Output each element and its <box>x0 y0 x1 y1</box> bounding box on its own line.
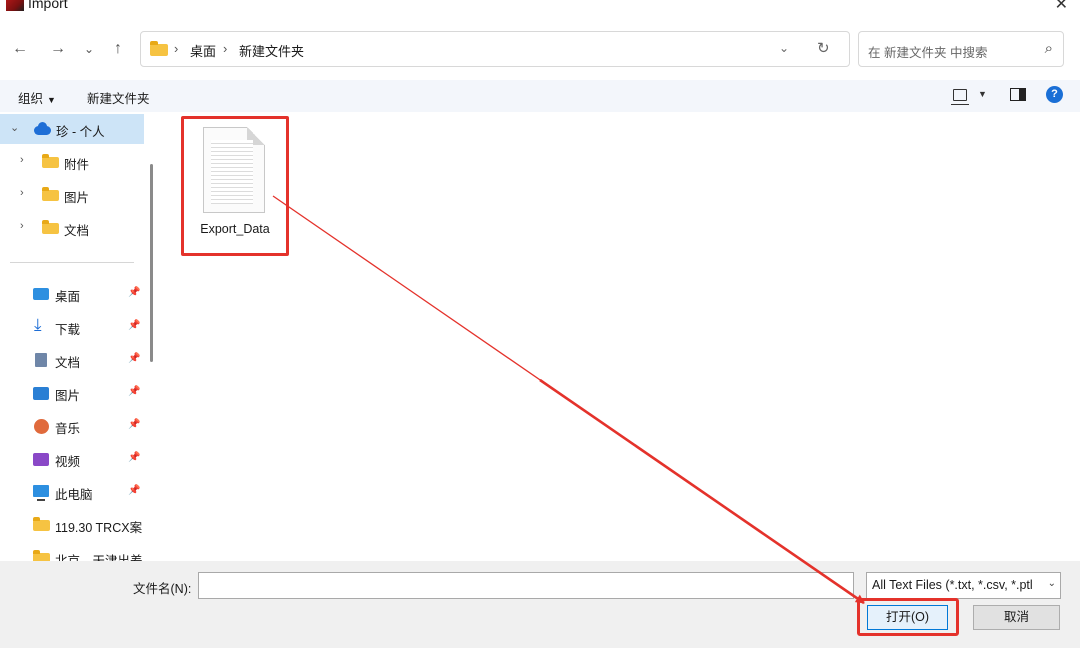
search-placeholder: 在 新建文件夹 中搜索 <box>868 46 988 60</box>
sidebar-item-attachments[interactable]: › 附件 <box>0 147 144 177</box>
sidebar-item-label: 珍 - 个人 <box>56 125 105 139</box>
pin-icon: 📌 <box>128 485 141 496</box>
sidebar-item-documents-cloud[interactable]: › 文档 <box>0 213 144 243</box>
sidebar-item-onedrive[interactable]: ⌄ 珍 - 个人 <box>0 114 144 144</box>
video-icon <box>33 453 49 466</box>
sidebar-item-this-pc[interactable]: 此电脑 📌 <box>0 477 144 507</box>
pin-icon: 📌 <box>128 353 141 364</box>
pin-icon: 📌 <box>128 386 141 397</box>
sidebar-item-label: 119.30 TRCX案 <box>55 521 143 535</box>
file-lines <box>211 140 253 204</box>
computer-icon <box>33 485 49 501</box>
text-file-icon <box>203 127 265 213</box>
sidebar-item-folder-beijing[interactable]: 北京、天津出差 <box>0 543 158 561</box>
sidebar-item-label: 文档 <box>55 356 81 370</box>
title-bar: Import ✕ <box>0 0 1080 20</box>
sidebar-item-music[interactable]: 音乐 📌 <box>0 411 144 441</box>
music-icon <box>34 419 49 434</box>
sidebar-item-pictures-cloud[interactable]: › 图片 <box>0 180 144 210</box>
filename-input[interactable] <box>198 572 854 599</box>
forward-arrow-icon[interactable]: → <box>47 38 69 60</box>
caret-down-icon[interactable]: ▼ <box>978 89 987 99</box>
file-list-area[interactable] <box>160 112 1080 561</box>
up-arrow-icon[interactable]: ↑ <box>107 38 129 60</box>
address-dropdown-icon[interactable]: ⌄ <box>779 41 789 55</box>
file-name: Export_Data <box>200 222 270 236</box>
sidebar-item-label: 附件 <box>64 158 90 172</box>
folder-icon <box>150 41 168 56</box>
organize-menu[interactable]: 组织 ▼ <box>18 88 56 107</box>
preview-pane-icon[interactable] <box>1010 88 1026 101</box>
recent-locations-chevron-icon[interactable]: ⌄ <box>78 38 100 60</box>
sidebar-item-folder-trcx[interactable]: 119.30 TRCX案 <box>0 510 158 540</box>
window-title: Import <box>28 0 68 11</box>
cloud-icon <box>34 122 51 135</box>
refresh-icon[interactable]: ↻ <box>817 39 830 57</box>
sidebar-item-label: 北京、天津出差 <box>55 554 143 561</box>
sidebar-item-desktop[interactable]: 桌面 📌 <box>0 279 144 309</box>
chevron-right-icon[interactable]: › <box>20 187 24 199</box>
sidebar-item-label: 音乐 <box>55 422 81 436</box>
document-icon <box>35 353 47 367</box>
breadcrumb-separator-icon: › <box>174 41 179 56</box>
sidebar-item-pictures[interactable]: 图片 📌 <box>0 378 144 408</box>
sidebar-item-label: 图片 <box>64 191 90 205</box>
pin-icon: 📌 <box>128 419 141 430</box>
folder-icon <box>33 517 50 531</box>
download-icon: ⤓ <box>34 315 42 334</box>
back-arrow-icon[interactable]: ← <box>9 38 31 60</box>
file-item-export-data[interactable]: Export_Data <box>181 116 289 256</box>
chevron-down-icon: ⌄ <box>1047 578 1056 589</box>
filename-label: 文件名(N): <box>133 582 192 596</box>
breadcrumb-separator-icon: › <box>223 41 228 56</box>
breadcrumb-new-folder[interactable]: 新建文件夹 <box>239 41 304 60</box>
dialog-footer: 文件名(N): All Text Files (*.txt, *.csv, *.… <box>0 561 1080 648</box>
chevron-right-icon[interactable]: › <box>20 154 24 166</box>
sidebar-item-videos[interactable]: 视频 📌 <box>0 444 144 474</box>
sidebar-item-downloads[interactable]: ⤓ 下载 📌 <box>0 312 144 342</box>
sidebar-item-label: 视频 <box>55 455 81 469</box>
file-type-select[interactable]: All Text Files (*.txt, *.csv, *.ptl ⌄ <box>866 572 1061 599</box>
close-icon[interactable]: ✕ <box>1055 0 1068 14</box>
sidebar-item-label: 图片 <box>55 389 81 403</box>
desktop-icon <box>33 288 49 300</box>
organize-label: 组织 <box>18 92 44 106</box>
sidebar-item-label: 下载 <box>55 323 81 337</box>
sidebar-item-label: 桌面 <box>55 290 81 304</box>
folder-icon <box>42 154 59 168</box>
sidebar-item-label: 此电脑 <box>55 488 93 502</box>
sidebar-divider <box>10 262 134 263</box>
cancel-button[interactable]: 取消 <box>973 605 1060 630</box>
pin-icon: 📌 <box>128 452 141 463</box>
navigation-bar: ← → ⌄ ↑ › 桌面 › 新建文件夹 ⌄ ↻ 在 新建文件夹 中搜索 ⌕ <box>0 24 1080 76</box>
caret-down-icon: ▼ <box>47 95 56 105</box>
command-toolbar: 组织 ▼ 新建文件夹 ▼ ? <box>0 80 1080 112</box>
new-folder-button[interactable]: 新建文件夹 <box>87 88 150 107</box>
search-input[interactable]: 在 新建文件夹 中搜索 ⌕ <box>858 31 1064 67</box>
picture-icon <box>33 387 49 400</box>
breadcrumb-desktop[interactable]: 桌面 <box>190 41 216 60</box>
sidebar-item-label: 文档 <box>64 224 90 238</box>
address-bar[interactable]: › 桌面 › 新建文件夹 ⌄ ↻ <box>140 31 850 67</box>
help-icon[interactable]: ? <box>1046 86 1063 103</box>
search-icon: ⌕ <box>1044 40 1053 57</box>
folder-icon <box>42 220 59 234</box>
open-button[interactable]: 打开(O) <box>867 605 948 630</box>
chevron-down-icon[interactable]: ⌄ <box>10 121 19 134</box>
folder-icon <box>42 187 59 201</box>
app-icon <box>6 0 24 11</box>
navigation-pane[interactable]: ⌄ 珍 - 个人 › 附件 › 图片 › 文档 桌面 📌 ⤓ 下载 📌 文档 📌… <box>0 112 158 561</box>
folder-icon <box>33 550 50 561</box>
view-options-icon[interactable] <box>951 89 969 105</box>
file-type-selected: All Text Files (*.txt, *.csv, *.ptl <box>872 578 1033 592</box>
pin-icon: 📌 <box>128 320 141 331</box>
chevron-right-icon[interactable]: › <box>20 220 24 232</box>
sidebar-scrollbar[interactable] <box>150 164 153 362</box>
pin-icon: 📌 <box>128 287 141 298</box>
sidebar-item-documents[interactable]: 文档 📌 <box>0 345 144 375</box>
